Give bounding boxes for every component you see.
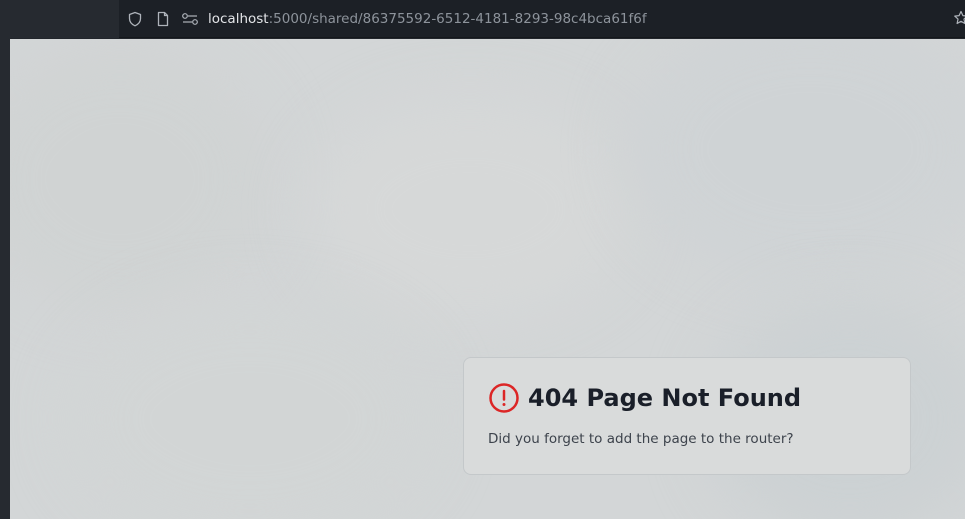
shield-icon[interactable]: [126, 10, 144, 28]
url-text[interactable]: localhost:5000/shared/86375592-6512-4181…: [208, 10, 647, 28]
background-blur: [70, 299, 430, 519]
browser-window: localhost:5000/shared/86375592-6512-4181…: [0, 0, 965, 519]
error-message: Did you forget to add the page to the ro…: [488, 431, 794, 447]
alert-circle-icon: [488, 382, 520, 414]
browser-toolbar: localhost:5000/shared/86375592-6512-4181…: [0, 0, 965, 38]
window-edge: [0, 38, 10, 519]
toolbar-spacer: [0, 0, 119, 38]
background-blur: [310, 99, 630, 319]
background-blur: [630, 39, 965, 279]
url-host: localhost: [208, 11, 269, 27]
page-viewport: 404 Page Not Found Did you forget to add…: [10, 39, 965, 519]
card-header: 404 Page Not Found: [488, 382, 801, 414]
url-path: :5000/shared/86375592-6512-4181-8293-98c…: [268, 11, 647, 27]
page-title: 404 Page Not Found: [528, 384, 802, 412]
not-found-card: 404 Page Not Found Did you forget to add…: [463, 357, 911, 475]
star-icon[interactable]: [953, 10, 965, 28]
address-bar[interactable]: localhost:5000/shared/86375592-6512-4181…: [119, 0, 965, 37]
background-blur: [10, 49, 270, 309]
page-icon[interactable]: [154, 10, 172, 28]
permissions-icon[interactable]: [181, 10, 199, 28]
